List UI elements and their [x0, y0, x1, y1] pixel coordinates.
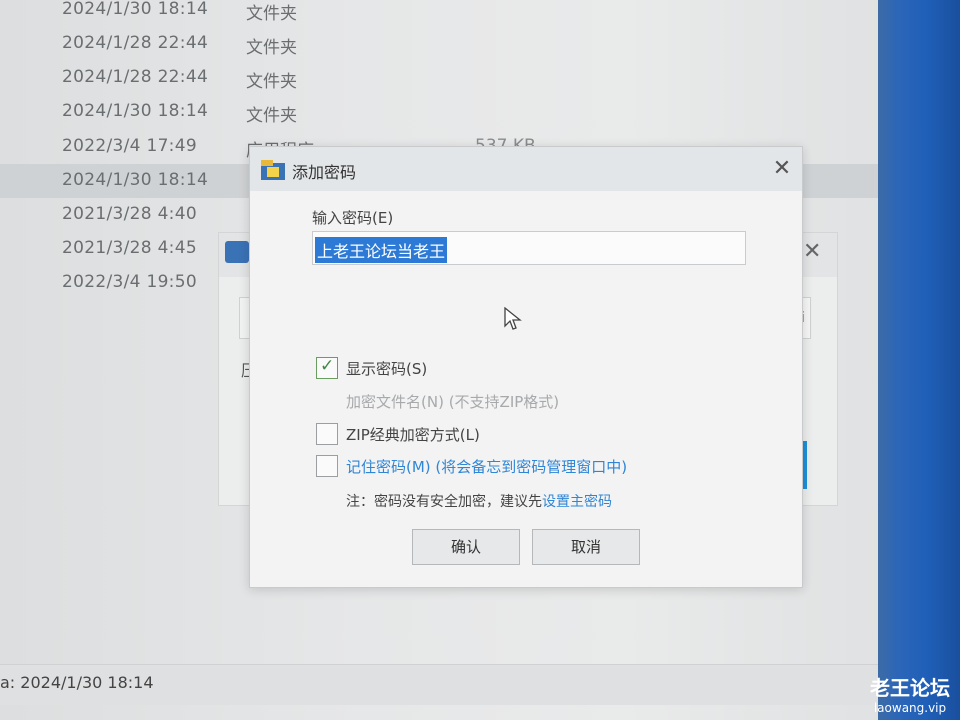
file-row[interactable]: 2024/1/30 18:14 文件夹: [0, 95, 895, 129]
mouse-cursor-icon: [504, 307, 522, 330]
close-icon[interactable]: ✕: [803, 239, 821, 264]
file-date: 2024/1/28 22:44: [62, 67, 209, 87]
set-master-password-link[interactable]: 设置主密码: [542, 494, 612, 510]
archive-app-icon: [225, 241, 249, 263]
file-date: 2022/3/4 17:49: [62, 136, 197, 156]
note-text: 注：密码没有安全加密，建议先: [346, 494, 542, 510]
checkbox-box[interactable]: [316, 455, 338, 477]
desktop-background: [878, 0, 960, 720]
add-password-dialog: 添加密码 ✕ 输入密码(E) 上老王论坛当老王 ✓ 显示密码(S) 加密文件名(…: [249, 146, 803, 588]
password-input[interactable]: 上老王论坛当老王: [312, 231, 746, 265]
remember-password-label: 记住密码(M) (将会备忘到密码管理窗口中): [346, 458, 628, 476]
file-date: 2024/1/30 18:14: [62, 0, 209, 19]
encrypt-filenames-label: 加密文件名(N) (不支持ZIP格式): [346, 393, 560, 411]
check-icon: ✓: [320, 356, 335, 376]
file-type: 文件夹: [246, 72, 297, 92]
watermark-url: laowang.vip: [873, 701, 947, 715]
file-date: 2024/1/30 18:14: [62, 170, 209, 190]
cancel-button[interactable]: 取消: [532, 529, 640, 565]
archive-app-icon: [261, 160, 285, 180]
watermark-logo: 老王论坛 laowang.vip: [862, 672, 958, 715]
file-type: 文件夹: [246, 106, 297, 126]
file-row[interactable]: 2024/1/28 22:44 文件夹: [0, 27, 895, 61]
dialog-titlebar: 添加密码 ✕: [250, 147, 802, 191]
dialog-title: 添加密码: [292, 163, 357, 182]
file-row[interactable]: 2024/1/28 22:44 文件夹: [0, 61, 895, 95]
show-password-label: 显示密码(S): [346, 360, 428, 378]
file-date: 2022/3/4 19:50: [62, 272, 197, 292]
checkbox-box[interactable]: ✓: [316, 356, 338, 379]
checkbox-box[interactable]: [316, 423, 338, 445]
file-date: 2024/1/30 18:14: [62, 101, 209, 121]
file-type: 文件夹: [246, 38, 297, 58]
security-note: 注：密码没有安全加密，建议先设置主密码: [346, 491, 612, 511]
watermark-title: 老王论坛: [870, 676, 950, 700]
password-value: 上老王论坛当老王: [315, 237, 448, 263]
close-icon[interactable]: ✕: [768, 155, 796, 183]
file-type: 文件夹: [246, 4, 297, 24]
status-bar: a: 2024/1/30 18:14: [0, 664, 895, 705]
ok-button[interactable]: 确认: [412, 529, 520, 565]
file-date: 2024/1/28 22:44: [62, 33, 209, 53]
file-date: 2021/3/28 4:45: [62, 238, 197, 258]
file-date: 2021/3/28 4:40: [62, 204, 197, 224]
zip-classic-label: ZIP经典加密方式(L): [346, 426, 480, 444]
status-text: a: 2024/1/30 18:14: [0, 673, 154, 692]
password-label: 输入密码(E): [312, 209, 394, 227]
file-row[interactable]: 2024/1/30 18:14 文件夹: [0, 0, 895, 27]
